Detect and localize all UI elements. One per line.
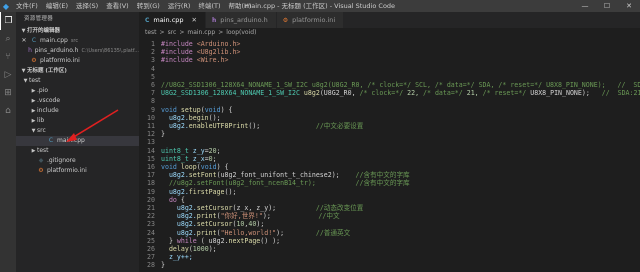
- tree-item-test[interactable]: ▶ test: [16, 146, 139, 156]
- search-icon[interactable]: ⌕: [0, 30, 16, 48]
- breadcrumb-separator: >: [159, 29, 165, 36]
- activity-bar: ❐ ⌕ ⑂ ▷ ⊞ ⌂: [0, 12, 16, 272]
- tab-main-cpp[interactable]: Cmain.cpp ✕: [139, 12, 206, 28]
- breadcrumb-item[interactable]: src: [168, 29, 177, 36]
- open-editor-item[interactable]: ✕ Cmain.cpp src: [16, 36, 139, 46]
- menu-item-2[interactable]: 选择(S): [72, 0, 102, 12]
- chevron-icon: ▶: [31, 118, 36, 124]
- chevron-icon: ▶: [31, 108, 36, 114]
- menu-item-6[interactable]: 终端(T): [194, 0, 224, 12]
- tree-item-lib[interactable]: ▶ lib: [16, 116, 139, 126]
- breadcrumb-separator: >: [218, 29, 224, 36]
- platformio-icon[interactable]: ⌂: [0, 102, 16, 120]
- minimize-button[interactable]: —: [574, 0, 596, 12]
- code-text: }: [161, 260, 165, 270]
- ini-file-icon: ⚙: [38, 167, 44, 174]
- tree-item-label: main.cpp: [57, 137, 85, 144]
- chevron-icon: ▶: [31, 148, 36, 154]
- open-editor-name: pins_arduino.h: [34, 47, 79, 54]
- line-number: 28: [147, 261, 155, 270]
- tree-item-vscode[interactable]: ▶ .vscode: [16, 96, 139, 106]
- chevron-icon: ▶: [31, 88, 36, 94]
- tree-item-test[interactable]: ▼ test: [16, 76, 139, 86]
- close-icon[interactable]: ✕: [20, 36, 28, 46]
- tree-item-label: test: [37, 147, 49, 154]
- code-token: }: [161, 261, 165, 270]
- tree-item-label: .pio: [37, 87, 49, 94]
- git-file-icon: ◆: [38, 157, 44, 164]
- breadcrumb: test > src > main.cpp > loop(void): [139, 28, 640, 38]
- close-window-button[interactable]: ✕: [618, 0, 640, 12]
- open-editor-path: C:\Users\86135\.platf...: [81, 48, 139, 54]
- h-file-icon: h: [28, 47, 32, 54]
- chevron-icon: ▶: [31, 98, 36, 104]
- chevron-icon: ▼: [23, 78, 28, 84]
- ini-file-icon: ⚙: [31, 57, 37, 64]
- tab-pins-arduino-h[interactable]: h pins_arduino.h: [206, 12, 277, 28]
- tab-label: platformio.ini: [292, 16, 336, 24]
- cpp-file-icon: C: [145, 16, 150, 24]
- tree-item-include[interactable]: ▶ include: [16, 106, 139, 116]
- tree-item-label: .vscode: [37, 97, 61, 104]
- menu-item-7[interactable]: 帮助(H): [224, 0, 255, 12]
- cpp-file-icon: C: [31, 37, 37, 44]
- menu-item-0[interactable]: 文件(F): [12, 0, 42, 12]
- close-tab-icon[interactable]: ✕: [192, 16, 197, 24]
- menu-item-4[interactable]: 转到(G): [133, 0, 164, 12]
- tree-item-src[interactable]: ▼ src: [16, 126, 139, 136]
- chevron-icon: ▼: [31, 128, 36, 134]
- explorer-icon[interactable]: ❐: [0, 12, 16, 30]
- tree-item-label: .gitignore: [47, 157, 76, 164]
- tab-platformio-ini[interactable]: ⚙ platformio.ini: [276, 12, 345, 28]
- code-editor[interactable]: 1 #include <Arduino.h> 2 #include <U8g2lib.…: [139, 38, 640, 272]
- breadcrumb-item[interactable]: loop(void): [226, 29, 256, 36]
- explorer-sidebar: 资源管理器 ▼ 打开的编辑器 ✕ Cmain.cpp src h pins_arduino…: [16, 12, 139, 272]
- open-editor-name: main.cpp: [40, 37, 68, 44]
- run-debug-icon[interactable]: ▷: [0, 66, 16, 84]
- window-controls: — ☐ ✕: [574, 0, 640, 12]
- menu-item-3[interactable]: 查看(V): [102, 0, 133, 12]
- tree-item-pio[interactable]: ▶ .pio: [16, 86, 139, 96]
- sidebar-title: 资源管理器: [24, 16, 54, 22]
- breadcrumb-item[interactable]: test: [145, 29, 157, 36]
- extensions-icon[interactable]: ⊞: [0, 84, 16, 102]
- cpp-file-icon: C: [48, 137, 54, 144]
- tree-item-maincpp[interactable]: Cmain.cpp: [16, 136, 139, 146]
- source-control-icon[interactable]: ⑂: [0, 48, 16, 66]
- open-editor-item[interactable]: ⚙ platformio.ini: [16, 56, 139, 66]
- tree-item-label: test: [29, 77, 41, 84]
- tree-item-label: include: [37, 107, 59, 114]
- tab-label: main.cpp: [153, 16, 184, 24]
- menu-item-1[interactable]: 编辑(E): [42, 0, 72, 12]
- menu-item-5[interactable]: 运行(R): [164, 0, 195, 12]
- open-editor-path: src: [70, 38, 79, 44]
- breadcrumb-separator: >: [179, 29, 185, 36]
- open-editors-label: 打开的编辑器: [27, 28, 61, 34]
- open-editor-name: platformio.ini: [40, 57, 80, 64]
- maximize-button[interactable]: ☐: [596, 0, 618, 12]
- code-line[interactable]: 28}: [139, 260, 640, 270]
- workspace-header[interactable]: ▼ 无标题 (工作区): [16, 66, 139, 76]
- workspace-label: 无标题 (工作区): [27, 68, 67, 74]
- tab-label: pins_arduino.h: [220, 16, 268, 24]
- tree-item-label: src: [37, 127, 46, 134]
- tree-item-label: lib: [37, 117, 45, 124]
- tree-item-gitignore[interactable]: ◆ .gitignore: [16, 156, 139, 166]
- tree-item-platformioini[interactable]: ⚙ platformio.ini: [16, 166, 139, 176]
- vscode-logo-icon: ◆: [2, 1, 10, 11]
- title-bar: ◆ 文件(F) 编辑(E) 选择(S) 查看(V) 转到(G) 运行(R) 终端(T) 帮助(…: [0, 0, 640, 12]
- tab-bar: Cmain.cpp ✕ h pins_arduino.h ⚙ platformio.ini: [139, 12, 640, 28]
- ini-file-icon: ⚙: [282, 16, 289, 24]
- open-editors-header[interactable]: ▼ 打开的编辑器: [16, 26, 139, 36]
- menu-bar: 文件(F) 编辑(E) 选择(S) 查看(V) 转到(G) 运行(R) 终端(T) 帮助(H): [12, 0, 255, 12]
- open-editor-item[interactable]: h pins_arduino.h C:\Users\86135\.platf...: [16, 46, 139, 56]
- breadcrumb-item[interactable]: main.cpp: [187, 29, 215, 36]
- tree-item-label: platformio.ini: [47, 167, 87, 174]
- h-file-icon: h: [212, 16, 217, 24]
